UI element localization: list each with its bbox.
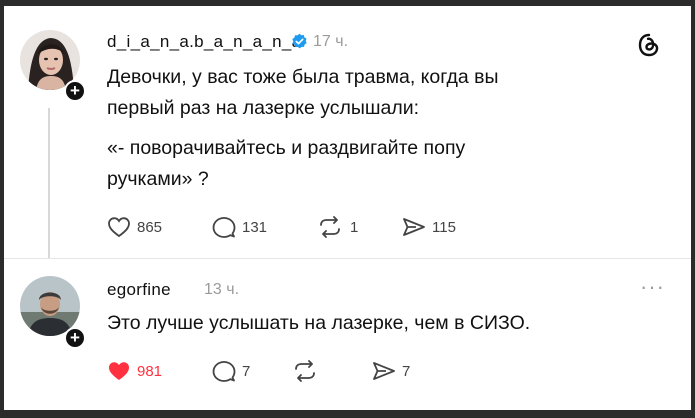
post-divider (4, 258, 691, 259)
repost-icon (320, 216, 340, 238)
post-timestamp: 17 ч. (313, 33, 349, 50)
verified-badge-icon (292, 33, 307, 49)
repost-icon (295, 360, 315, 382)
follow-plus-button[interactable]: + (64, 80, 86, 102)
screenshot-frame-left (0, 0, 4, 418)
comment-bubble-icon (212, 361, 236, 382)
screenshot-frame-right (691, 0, 695, 418)
reply-share-count: 7 (402, 362, 411, 380)
reply-repost-button[interactable] (291, 360, 319, 382)
repost-button[interactable]: 1 (316, 216, 358, 238)
screenshot-frame-top (0, 0, 695, 6)
reply-follow-plus-button[interactable]: + (64, 327, 86, 349)
share-count: 115 (432, 218, 456, 236)
share-button[interactable]: 115 (402, 216, 456, 238)
post-quote-line-1: «- поворачивайтесь и раздвигайте попу (107, 137, 466, 159)
heart-filled-icon (109, 362, 129, 380)
threads-logo-icon[interactable] (636, 32, 662, 58)
post-text-line-2: первый раз на лазерке услышали: (107, 97, 420, 119)
reply-text: Это лучше услышать на лазерке, чем в СИЗ… (107, 312, 531, 334)
screenshot-frame-bottom (0, 410, 695, 418)
comment-count: 131 (242, 219, 268, 236)
post-username[interactable]: d_i_a_n_a.b_a_n_a_n_a (107, 32, 301, 52)
reply-comment-count: 7 (242, 363, 251, 380)
repost-count: 1 (350, 218, 359, 236)
heart-icon (108, 217, 130, 238)
reply-like-button[interactable]: 981 (107, 360, 162, 382)
like-button[interactable]: 865 (107, 216, 162, 238)
more-options-icon[interactable]: ··· (640, 274, 665, 300)
comment-bubble-icon (212, 217, 236, 238)
send-paper-plane-icon (403, 218, 425, 236)
reply-share-button[interactable]: 7 (372, 360, 410, 382)
send-paper-plane-icon (373, 362, 395, 380)
post-quote-line-2: ручками» ? (107, 168, 209, 190)
post-text-line-1: Девочки, у вас тоже была травма, когда в… (107, 66, 499, 88)
comment-button[interactable]: 131 (212, 216, 267, 239)
reply-comment-button[interactable]: 7 (212, 360, 250, 383)
reply-like-count: 981 (137, 362, 163, 380)
like-count: 865 (137, 218, 163, 236)
reply-timestamp: 13 ч. (204, 281, 240, 298)
reply-username[interactable]: egorfine (107, 280, 171, 300)
thread-connector-line (48, 108, 50, 258)
